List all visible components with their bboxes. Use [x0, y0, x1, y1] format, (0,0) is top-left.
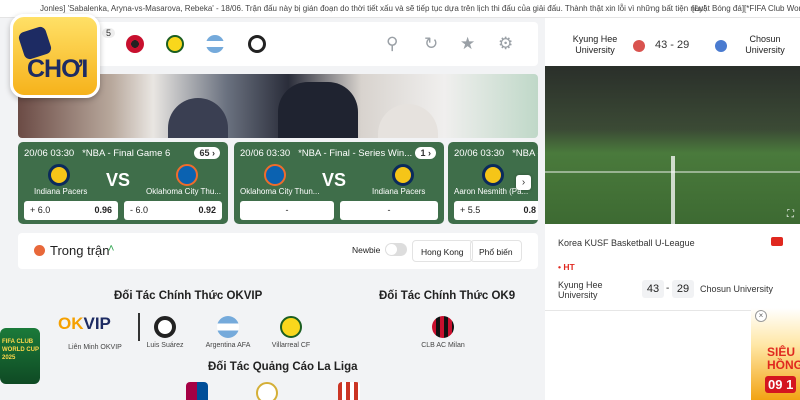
home-team-name: Kyung Hee University [558, 280, 603, 300]
match-header: 20/06 03:30 *NBA - Final Game 6 [454, 148, 538, 159]
team-crest-icon [392, 164, 414, 186]
filter-hong-kong[interactable]: Hong Kong [412, 240, 473, 262]
live-title: Trong trận [50, 243, 110, 258]
partner-villarreal[interactable]: Villarreal CF [266, 316, 316, 349]
notification-badge: 5 [102, 28, 116, 38]
news-ticker: Jonles] 'Sabalenka, Aryna-vs-Masarova, R… [0, 0, 800, 18]
okvip-logo[interactable]: OKVIP [58, 314, 111, 334]
pitch-line [671, 156, 675, 224]
ad-date: 09 1 [765, 376, 797, 393]
league-name: Korea KUSF Basketball U-League [558, 238, 695, 248]
home-team: Oklahoma City Thun... [240, 187, 320, 196]
club-world-cup-badge[interactable]: FIFA CLUB WORLD CUP 2025 [0, 328, 40, 384]
ok9-partners-title: Đối Tác Chính Thức OK9 [379, 290, 516, 302]
ticker-text: Jonles] 'Sabalenka, Aryna-vs-Masarova, R… [40, 4, 706, 13]
luis-suarez-icon[interactable] [248, 35, 266, 53]
close-icon[interactable]: × [755, 310, 767, 322]
team-crest-icon [264, 164, 286, 186]
live-section-header: Trong trận ˄ Newbie Hong Kong Phổ biến [18, 233, 538, 269]
basketball-icon [34, 245, 45, 256]
team-crest-icon [482, 164, 504, 186]
partner-ac-milan[interactable]: CLB AC Milan [418, 316, 468, 349]
ac-milan-icon[interactable] [126, 35, 144, 53]
promo-ad[interactable]: × SIÊU HỒNG 09 1 [751, 308, 800, 400]
team-crest-icon [176, 164, 198, 186]
partner-atletico[interactable] [338, 382, 360, 400]
carousel-next-button[interactable]: › [516, 175, 531, 190]
site-logo[interactable]: CHƠI [10, 14, 100, 98]
laliga-partners-title: Đối Tác Quảng Cáo La Liga [208, 361, 358, 373]
search-icon[interactable]: ⚲ [386, 34, 398, 54]
argentina-afa-icon[interactable] [206, 35, 224, 53]
scoreboard: Kyung Hee University 43 - 29 Chosun Univ… [545, 24, 800, 64]
partner-argentina-afa[interactable]: Argentina AFA [202, 316, 254, 349]
team-b-crest-icon [715, 40, 727, 52]
away-team: Indiana Pacers [372, 187, 426, 196]
ad-text: SIÊU HỒNG [767, 345, 800, 372]
barcelona-icon [186, 382, 208, 400]
team-b-name: Chosun University [745, 34, 785, 55]
odds-button[interactable]: + 5.5 0.8 [454, 201, 538, 220]
vs-label: VS [322, 170, 347, 190]
newbie-label: Newbie [352, 245, 381, 255]
gear-icon[interactable]: ⚙ [498, 34, 513, 54]
banner-figure [278, 82, 358, 138]
partner-luis-suarez[interactable]: Luis Suárez [140, 316, 190, 349]
banner-figure [378, 104, 438, 138]
live-video-player[interactable]: ⛶ [545, 66, 800, 224]
score: 43 - 29 [655, 39, 690, 51]
real-madrid-icon [256, 382, 278, 400]
odds-button[interactable]: - [340, 201, 438, 220]
odds-button[interactable]: + 6.0 0.96 [24, 201, 118, 220]
score-separator: - [666, 283, 670, 294]
live-match-panel: Kyung Hee University 43 - 29 Chosun Univ… [545, 18, 800, 400]
partner-okvip[interactable]: Liên Minh OKVIP [60, 340, 130, 351]
team-a-crest-icon [633, 40, 645, 52]
villarreal-icon [280, 316, 302, 338]
ticker-text-right: [Luật Bóng đá][*FIFA Club World [692, 4, 800, 13]
argentina-afa-icon [217, 316, 239, 338]
odds-button[interactable]: - 6.0 0.92 [124, 201, 222, 220]
partner-real-madrid[interactable] [256, 382, 278, 400]
video-icon[interactable] [771, 237, 783, 246]
home-score: 43 [642, 280, 664, 298]
luis-suarez-icon [154, 316, 176, 338]
okvip-partners-title: Đối Tác Chính Thức OKVIP [114, 290, 263, 302]
away-team: Oklahoma City Thu... [146, 187, 221, 196]
away-team-name: Chosun University [700, 284, 774, 294]
villarreal-icon[interactable] [166, 35, 184, 53]
banner-figure [168, 98, 228, 138]
team-a-name: Kyung Hee University [572, 34, 618, 55]
match-header: 20/06 03:30 *NBA - Final Game 6 [24, 148, 171, 159]
atletico-icon [338, 382, 360, 400]
match-card[interactable]: 20/06 03:30 *NBA - Final Game 6 65 › VS … [18, 142, 228, 224]
partner-barcelona[interactable] [186, 382, 208, 400]
market-count[interactable]: 1 › [415, 147, 436, 159]
star-icon[interactable]: ★ [460, 34, 475, 54]
team-crest-icon [48, 164, 70, 186]
match-card[interactable]: 20/06 03:30 *NBA - Final - Series Win...… [234, 142, 444, 224]
refresh-icon[interactable]: ↻ [424, 34, 438, 54]
market-count[interactable]: 65 › [194, 147, 220, 159]
fullscreen-icon[interactable]: ⛶ [787, 209, 794, 220]
expand-chevron-icon[interactable]: ˄ [108, 243, 114, 255]
ac-milan-icon [432, 316, 454, 338]
logo-text: CHƠI [27, 55, 88, 83]
away-score: 29 [672, 280, 694, 298]
filter-popular[interactable]: Phổ biến [470, 240, 522, 262]
home-team: Indiana Pacers [34, 187, 88, 196]
match-header: 20/06 03:30 *NBA - Final - Series Win... [240, 148, 413, 159]
match-status: • HT [558, 262, 575, 272]
newbie-toggle[interactable] [385, 243, 407, 256]
odds-button[interactable]: - [240, 201, 334, 220]
